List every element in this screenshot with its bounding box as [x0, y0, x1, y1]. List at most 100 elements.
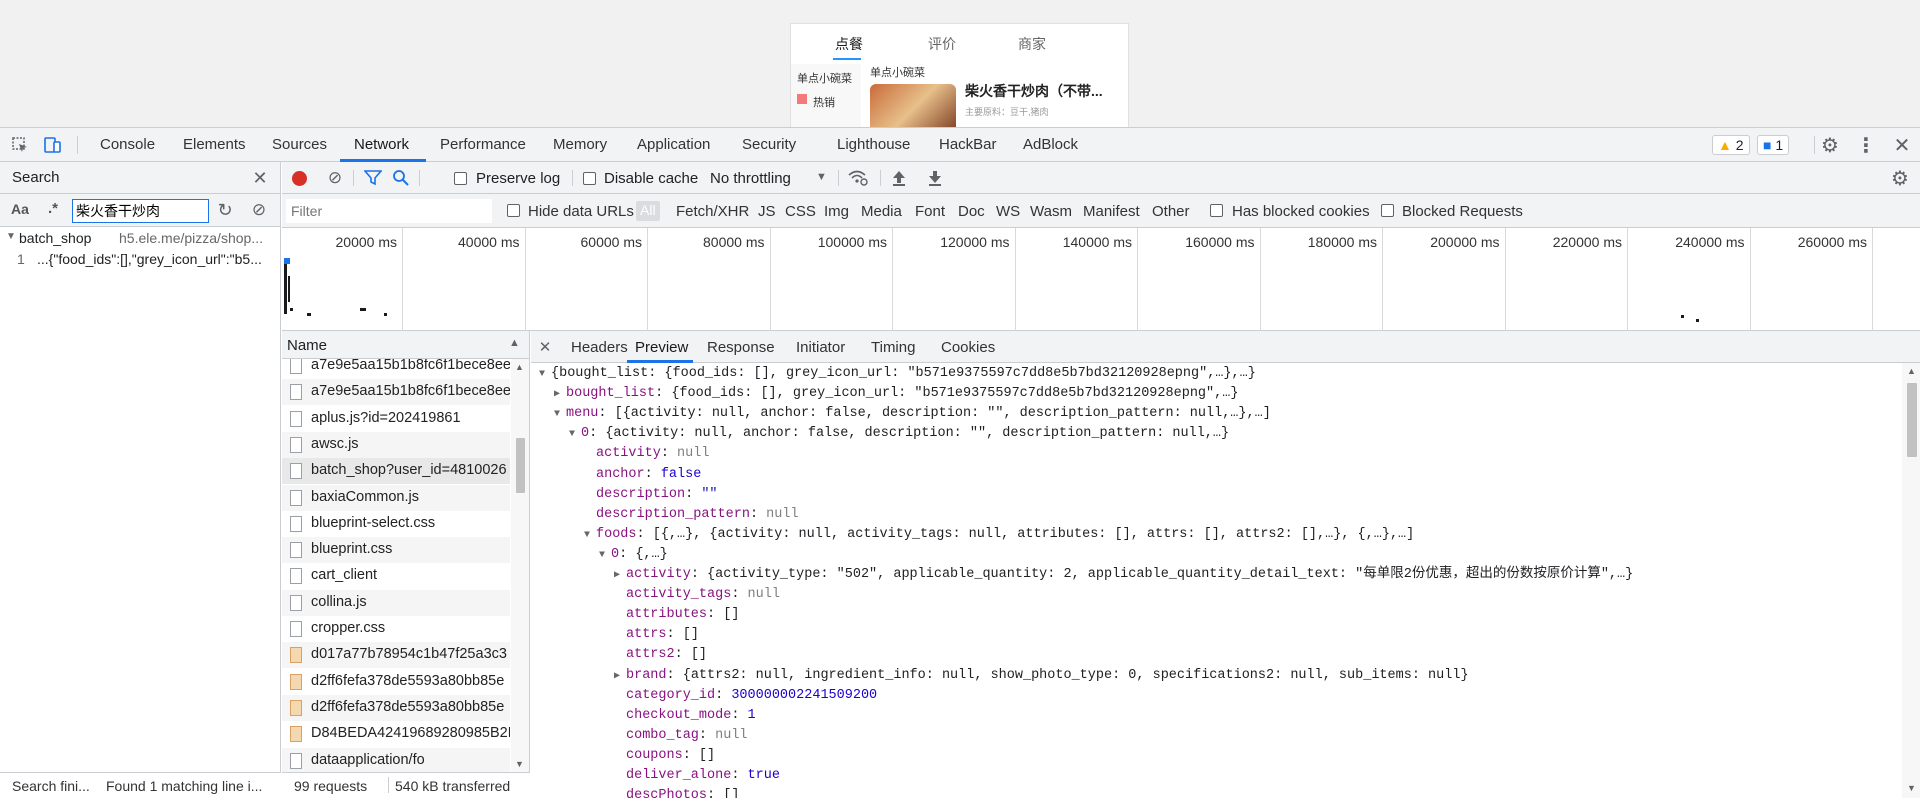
- json-preview-line[interactable]: ▼ 0: {,…}: [599, 545, 668, 565]
- search-input[interactable]: [72, 199, 209, 223]
- type-filter-other[interactable]: Other: [1152, 203, 1190, 220]
- settings-gear-icon[interactable]: ⚙: [1818, 133, 1842, 157]
- type-filter-all[interactable]: All: [636, 201, 660, 221]
- tab-application[interactable]: Application: [637, 136, 710, 153]
- request-row[interactable]: aplus.js?id=202419861: [282, 406, 510, 432]
- tab-memory[interactable]: Memory: [553, 136, 607, 153]
- name-column-header[interactable]: Name: [287, 337, 327, 354]
- import-har-icon[interactable]: [888, 167, 910, 189]
- close-devtools-icon[interactable]: ✕: [1890, 133, 1914, 157]
- device-toolbar-icon[interactable]: [40, 134, 64, 156]
- expand-down-icon[interactable]: ▼: [584, 526, 596, 546]
- expand-right-icon[interactable]: ▶: [554, 385, 566, 405]
- expand-right-icon[interactable]: ▶: [614, 566, 626, 586]
- expand-right-icon[interactable]: ▶: [614, 667, 626, 687]
- request-row[interactable]: a7e9e5aa15b1b8fc6f1bece8ee: [282, 379, 510, 406]
- detail-tab-timing[interactable]: Timing: [871, 339, 915, 356]
- detail-tab-initiator[interactable]: Initiator: [796, 339, 845, 356]
- refresh-icon[interactable]: ↻: [214, 199, 236, 221]
- type-filter-js[interactable]: JS: [758, 203, 776, 220]
- tab-lighthouse[interactable]: Lighthouse: [837, 136, 910, 153]
- json-preview-line[interactable]: ▼ 0: {activity: null, anchor: false, desc…: [569, 424, 1229, 444]
- type-filter-img[interactable]: Img: [824, 203, 849, 220]
- page-category-item[interactable]: 单点小碗菜: [797, 70, 852, 86]
- scroll-down-icon[interactable]: ▼: [1907, 783, 1916, 793]
- request-row[interactable]: awsc.js: [282, 431, 510, 458]
- network-conditions-icon[interactable]: [846, 168, 870, 188]
- type-filter-wasm[interactable]: Wasm: [1030, 203, 1072, 220]
- tab-security[interactable]: Security: [742, 136, 796, 153]
- request-row[interactable]: d2ff6fefa378de5593a80bb85e: [282, 669, 510, 695]
- json-preview-line[interactable]: ▶ bought_list: {food_ids: [], grey_icon_u…: [554, 384, 1238, 404]
- network-settings-gear-icon[interactable]: ⚙: [1888, 167, 1912, 190]
- tab-adblock[interactable]: AdBlock: [1023, 136, 1078, 153]
- expand-down-icon[interactable]: ▼: [539, 365, 551, 385]
- tab-performance[interactable]: Performance: [440, 136, 526, 153]
- close-detail-icon[interactable]: ✕: [537, 338, 553, 356]
- json-preview-line[interactable]: ▼ menu: [{activity: null, anchor: false, …: [554, 404, 1271, 424]
- json-preview-line[interactable]: ▼ {bought_list: {food_ids: [], grey_icon_…: [539, 364, 1256, 384]
- type-filter-ws[interactable]: WS: [996, 203, 1020, 220]
- type-filter-manifest[interactable]: Manifest: [1083, 203, 1140, 220]
- tab-console[interactable]: Console: [100, 136, 155, 153]
- scroll-up-icon[interactable]: ▲: [515, 362, 524, 372]
- warnings-badge[interactable]: ▲ 2: [1712, 135, 1750, 155]
- filter-icon[interactable]: [362, 168, 384, 188]
- search-result-line[interactable]: 1 ...{"food_ids":[],"grey_icon_url":"b5.…: [0, 248, 281, 270]
- type-filter-fetch-xhr[interactable]: Fetch/XHR: [676, 203, 749, 220]
- regex-toggle[interactable]: .*: [48, 200, 58, 217]
- request-row[interactable]: D84BEDA42419689280985B2F: [282, 721, 510, 747]
- preview-scrollbar[interactable]: ▲ ▼: [1902, 363, 1920, 798]
- page-tab-order[interactable]: 点餐: [835, 34, 863, 54]
- tab-network[interactable]: Network: [354, 136, 409, 153]
- json-preview-line[interactable]: ▶ activity: {activity_type: "502", applic…: [614, 565, 1633, 585]
- request-row[interactable]: cart_client: [282, 563, 510, 589]
- tab-sources[interactable]: Sources: [272, 136, 327, 153]
- request-row[interactable]: collina.js: [282, 589, 510, 616]
- throttling-select[interactable]: No throttling: [710, 170, 791, 187]
- request-row[interactable]: blueprint-select.css: [282, 511, 510, 537]
- request-row[interactable]: d2ff6fefa378de5593a80bb85e: [282, 694, 510, 721]
- expand-down-icon[interactable]: ▼: [569, 425, 581, 445]
- filter-input[interactable]: [286, 199, 492, 223]
- page-tab-reviews[interactable]: 评价: [928, 34, 956, 54]
- hide-data-urls-checkbox[interactable]: [507, 204, 520, 217]
- record-icon[interactable]: [290, 169, 308, 187]
- preserve-log-checkbox[interactable]: [454, 172, 467, 185]
- request-row[interactable]: cropper.css: [282, 616, 510, 642]
- request-row[interactable]: a7e9e5aa15b1b8fc6f1bece8ee: [282, 359, 510, 379]
- more-options-icon[interactable]: ⋮: [1854, 133, 1878, 157]
- request-row[interactable]: batch_shop?user_id=4810026: [282, 458, 510, 485]
- disable-cache-checkbox[interactable]: [583, 172, 596, 185]
- request-row[interactable]: blueprint.css: [282, 537, 510, 564]
- messages-badge[interactable]: ■ 1: [1757, 135, 1790, 155]
- close-search-icon[interactable]: ✕: [250, 167, 270, 189]
- json-preview-line[interactable]: ▼ foods: [{,…}, {activity: null, activity…: [584, 525, 1414, 545]
- request-list-scrollbar[interactable]: ▲ ▼: [511, 359, 529, 772]
- scrollbar-thumb[interactable]: [1907, 383, 1917, 457]
- search-icon[interactable]: [390, 168, 412, 188]
- blocked-requests-checkbox[interactable]: [1381, 204, 1394, 217]
- detail-tab-headers[interactable]: Headers: [571, 339, 628, 356]
- detail-tab-preview[interactable]: Preview: [635, 339, 688, 356]
- export-har-icon[interactable]: [924, 167, 946, 189]
- scrollbar-thumb[interactable]: [516, 438, 525, 493]
- tab-hackbar[interactable]: HackBar: [939, 136, 997, 153]
- match-case-toggle[interactable]: Aa: [11, 201, 29, 217]
- expand-down-icon[interactable]: ▼: [554, 405, 566, 425]
- network-overview-timeline[interactable]: 20000 ms 40000 ms 60000 ms 80000 ms 100000 m…: [282, 228, 1920, 331]
- tab-elements[interactable]: Elements: [183, 136, 246, 153]
- type-filter-css[interactable]: CSS: [785, 203, 816, 220]
- detail-tab-response[interactable]: Response: [707, 339, 775, 356]
- food-title[interactable]: 柴火香干炒肉（不带...: [965, 81, 1103, 101]
- type-filter-font[interactable]: Font: [915, 203, 945, 220]
- clear-icon[interactable]: ⊘: [248, 199, 270, 221]
- has-blocked-cookies-checkbox[interactable]: [1210, 204, 1223, 217]
- clear-log-icon[interactable]: ⊘: [325, 168, 345, 188]
- request-row[interactable]: baxiaCommon.js: [282, 484, 510, 511]
- page-tab-merchant[interactable]: 商家: [1018, 34, 1046, 54]
- type-filter-doc[interactable]: Doc: [958, 203, 985, 220]
- detail-tab-cookies[interactable]: Cookies: [941, 339, 995, 356]
- request-row[interactable]: dataapplication/fo: [282, 747, 510, 772]
- page-category-hot[interactable]: 热销: [813, 94, 835, 110]
